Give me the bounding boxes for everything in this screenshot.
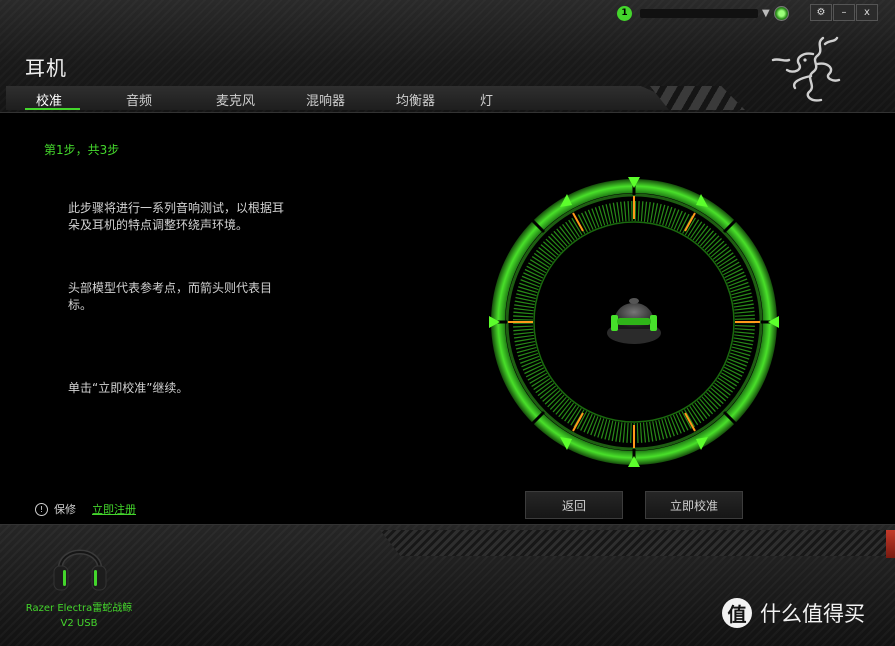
surround-calibration-dial[interactable] bbox=[489, 177, 779, 467]
username-redacted bbox=[640, 8, 758, 18]
register-now-link[interactable]: 立即注册 bbox=[92, 501, 136, 517]
info-icon: ! bbox=[35, 502, 48, 516]
watermark: 值 什么值得买 bbox=[722, 598, 865, 628]
razer-logo-icon bbox=[771, 36, 841, 102]
user-area: 1 ▼ bbox=[617, 4, 789, 22]
device-name[interactable]: Razer Electra雷蛇战鲸 V2 USB bbox=[10, 601, 148, 631]
device-bar-red-edge bbox=[886, 530, 895, 558]
minimize-button[interactable]: – bbox=[833, 4, 855, 21]
window-controls: ⚙ – x bbox=[810, 4, 878, 21]
headset-device-icon[interactable] bbox=[50, 532, 110, 598]
step-indicator: 第1步，共3步 bbox=[44, 143, 120, 157]
device-bar-stripes bbox=[380, 530, 890, 556]
watermark-text: 什么值得买 bbox=[760, 602, 865, 626]
tab-bar bbox=[6, 86, 696, 110]
instruction-text-2: 头部模型代表参考点，而箭头则代表目标。 bbox=[68, 281, 273, 312]
page-title: 耳机 bbox=[25, 56, 67, 80]
tab-calibration[interactable]: 校准 bbox=[36, 90, 62, 109]
back-button[interactable]: 返回 bbox=[525, 491, 623, 519]
notification-badge[interactable]: 1 bbox=[617, 5, 632, 21]
instruction-text-1: 此步骤将进行一系列音响测试，以根据耳朵及耳机的特点调整环绕声环境。 bbox=[68, 201, 285, 232]
tab-microphone[interactable]: 麦克风 bbox=[216, 90, 255, 109]
tab-equalizer[interactable]: 均衡器 bbox=[396, 90, 435, 109]
warranty-label: 保修 bbox=[54, 503, 76, 516]
device-name-line-2: V2 USB bbox=[60, 618, 98, 629]
tab-audio[interactable]: 音频 bbox=[126, 90, 152, 109]
close-button[interactable]: x bbox=[856, 4, 878, 21]
settings-gear-icon[interactable]: ⚙ bbox=[810, 4, 832, 21]
dropdown-arrow-icon[interactable]: ▼ bbox=[762, 8, 770, 19]
device-name-line-1: Razer Electra雷蛇战鲸 bbox=[25, 603, 133, 614]
online-status-icon[interactable] bbox=[773, 5, 789, 21]
calibrate-now-button[interactable]: 立即校准 bbox=[645, 491, 743, 519]
active-tab-indicator bbox=[25, 108, 80, 110]
instruction-text-3: 单击“立即校准”继续。 bbox=[68, 381, 189, 395]
tab-lighting[interactable]: 灯 bbox=[480, 90, 493, 109]
watermark-logo-icon: 值 bbox=[722, 598, 752, 628]
warranty-area: ! 保修 立即注册 bbox=[35, 501, 136, 517]
tab-mixer[interactable]: 混响器 bbox=[306, 90, 345, 109]
